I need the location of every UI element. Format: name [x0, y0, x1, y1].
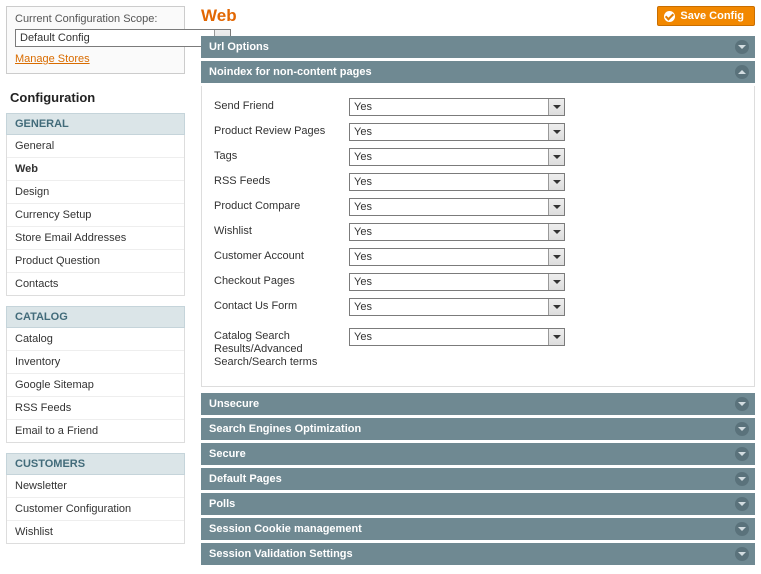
- config-scope-box: Current Configuration Scope: Default Con…: [6, 6, 185, 74]
- chevron-down-icon: [548, 99, 564, 115]
- field-select[interactable]: Yes: [349, 123, 565, 141]
- expand-icon: [735, 497, 749, 511]
- field-select[interactable]: Yes: [349, 198, 565, 216]
- config-field-row: Customer AccountYes: [214, 248, 742, 266]
- sidebar-item[interactable]: Currency Setup: [7, 204, 184, 227]
- scope-label: Current Configuration Scope:: [15, 13, 176, 25]
- sidebar-item[interactable]: Wishlist: [7, 521, 184, 543]
- section-header[interactable]: Polls: [201, 493, 755, 515]
- section-title: Session Cookie management: [209, 523, 362, 535]
- field-label: RSS Feeds: [214, 173, 349, 188]
- sidebar-item[interactable]: Web: [7, 158, 184, 181]
- save-config-button[interactable]: Save Config: [657, 6, 755, 26]
- config-field-row: Contact Us FormYes: [214, 298, 742, 316]
- chevron-down-icon: [548, 224, 564, 240]
- section-title: Url Options: [209, 41, 269, 53]
- field-label: Product Review Pages: [214, 123, 349, 138]
- section-header[interactable]: Session Validation Settings: [201, 543, 755, 565]
- field-label: Checkout Pages: [214, 273, 349, 288]
- section-header[interactable]: Default Pages: [201, 468, 755, 490]
- field-select[interactable]: Yes: [349, 148, 565, 166]
- config-field-row: Product Review PagesYes: [214, 123, 742, 141]
- sidebar-item[interactable]: Contacts: [7, 273, 184, 295]
- sidebar-item[interactable]: Inventory: [7, 351, 184, 374]
- chevron-down-icon: [548, 124, 564, 140]
- check-icon: [664, 11, 675, 22]
- section-header[interactable]: Unsecure: [201, 393, 755, 415]
- config-field-row: WishlistYes: [214, 223, 742, 241]
- config-field-row: RSS FeedsYes: [214, 173, 742, 191]
- expand-icon: [735, 472, 749, 486]
- config-field-row: TagsYes: [214, 148, 742, 166]
- section-header[interactable]: Secure: [201, 443, 755, 465]
- field-select[interactable]: Yes: [349, 328, 565, 346]
- field-select[interactable]: Yes: [349, 173, 565, 191]
- expand-icon: [735, 40, 749, 54]
- sidebar-item[interactable]: General: [7, 135, 184, 158]
- section-header[interactable]: Search Engines Optimization: [201, 418, 755, 440]
- config-field-row: Send FriendYes: [214, 98, 742, 116]
- section-title: Default Pages: [209, 473, 282, 485]
- sidebar-item[interactable]: RSS Feeds: [7, 397, 184, 420]
- nav-group-title[interactable]: CUSTOMERS: [6, 453, 185, 475]
- sidebar-item[interactable]: Catalog: [7, 328, 184, 351]
- section-body: Send FriendYesProduct Review PagesYesTag…: [201, 86, 755, 387]
- scope-select[interactable]: Default Config: [15, 29, 231, 47]
- config-heading: Configuration: [6, 84, 185, 113]
- section-title: Polls: [209, 498, 235, 510]
- field-select[interactable]: Yes: [349, 298, 565, 316]
- chevron-down-icon: [548, 274, 564, 290]
- field-label: Product Compare: [214, 198, 349, 213]
- sidebar-item[interactable]: Product Question: [7, 250, 184, 273]
- field-select[interactable]: Yes: [349, 98, 565, 116]
- config-field-row: Product CompareYes: [214, 198, 742, 216]
- section-header[interactable]: Session Cookie management: [201, 518, 755, 540]
- expand-icon: [735, 422, 749, 436]
- field-select[interactable]: Yes: [349, 223, 565, 241]
- field-label: Customer Account: [214, 248, 349, 263]
- field-label: Tags: [214, 148, 349, 163]
- field-label: Send Friend: [214, 98, 349, 113]
- field-label: Catalog Search Results/Advanced Search/S…: [214, 328, 349, 369]
- chevron-down-icon: [548, 329, 564, 345]
- sidebar-item[interactable]: Store Email Addresses: [7, 227, 184, 250]
- expand-icon: [735, 547, 749, 561]
- section-header[interactable]: Noindex for non-content pages: [201, 61, 755, 83]
- sidebar-item[interactable]: Design: [7, 181, 184, 204]
- save-button-label: Save Config: [680, 10, 744, 22]
- field-label: Wishlist: [214, 223, 349, 238]
- config-field-row: Checkout PagesYes: [214, 273, 742, 291]
- page-title: Web: [201, 6, 237, 26]
- section-header[interactable]: Url Options: [201, 36, 755, 58]
- field-select[interactable]: Yes: [349, 248, 565, 266]
- field-select[interactable]: Yes: [349, 273, 565, 291]
- chevron-down-icon: [548, 149, 564, 165]
- expand-icon: [735, 522, 749, 536]
- section-title: Search Engines Optimization: [209, 423, 361, 435]
- section-title: Unsecure: [209, 398, 259, 410]
- chevron-down-icon: [548, 199, 564, 215]
- nav-group-title[interactable]: GENERAL: [6, 113, 185, 135]
- nav-group-title[interactable]: CATALOG: [6, 306, 185, 328]
- sidebar-item[interactable]: Customer Configuration: [7, 498, 184, 521]
- chevron-down-icon: [548, 174, 564, 190]
- expand-icon: [735, 447, 749, 461]
- collapse-icon: [735, 65, 749, 79]
- manage-stores-link[interactable]: Manage Stores: [15, 53, 90, 65]
- field-label: Contact Us Form: [214, 298, 349, 313]
- expand-icon: [735, 397, 749, 411]
- sidebar-item[interactable]: Google Sitemap: [7, 374, 184, 397]
- config-field-row: Catalog Search Results/Advanced Search/S…: [214, 328, 742, 369]
- sidebar-item[interactable]: Email to a Friend: [7, 420, 184, 442]
- sidebar-item[interactable]: Newsletter: [7, 475, 184, 498]
- section-title: Session Validation Settings: [209, 548, 353, 560]
- section-title: Secure: [209, 448, 246, 460]
- section-title: Noindex for non-content pages: [209, 66, 372, 78]
- chevron-down-icon: [548, 249, 564, 265]
- chevron-down-icon: [548, 299, 564, 315]
